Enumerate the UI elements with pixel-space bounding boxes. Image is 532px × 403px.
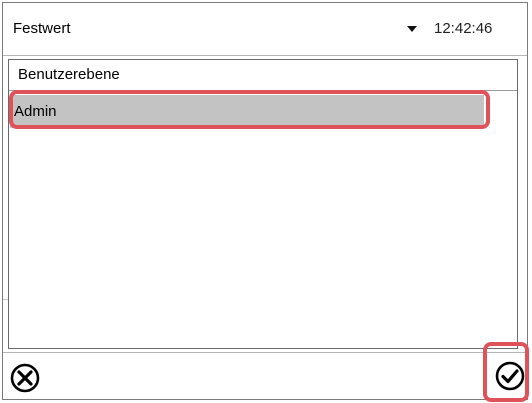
clock-time: 12:42:46 (434, 20, 493, 37)
title-bar: Festwert 12:42:46 (3, 3, 527, 56)
cancel-icon[interactable] (9, 362, 41, 394)
confirm-highlight (483, 342, 529, 402)
panel-title: Benutzerebene (9, 60, 517, 91)
chevron-down-icon[interactable] (407, 26, 417, 32)
selection-highlight (9, 90, 490, 129)
page-title[interactable]: Festwert (13, 20, 71, 37)
footer-bar (3, 352, 527, 401)
